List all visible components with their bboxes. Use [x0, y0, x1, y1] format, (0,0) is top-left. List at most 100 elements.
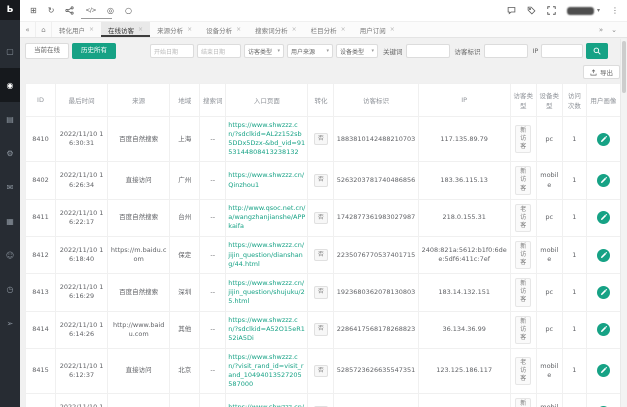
visitor-type-select[interactable]: 访客类型▾	[244, 44, 284, 58]
cell-region: 北京	[170, 348, 200, 393]
location-pin-icon: ◉	[7, 81, 14, 90]
edit-user-profile-button[interactable]	[597, 174, 610, 187]
edit-user-profile-button[interactable]	[597, 323, 610, 336]
device-type-select[interactable]: 设备类型▾	[336, 44, 378, 58]
visitor-type-tag: 新访客	[515, 316, 531, 344]
converted-badge: 否	[314, 323, 328, 335]
tab-转化用户[interactable]: 转化用户×	[52, 22, 101, 37]
entry-page-link[interactable]: https://www.shwzzz.cn/?visit_rand_id=vis…	[228, 353, 303, 388]
history-all-button[interactable]: 历史所有	[72, 43, 116, 59]
cell-entry: https://www.shwzzz.cn/?sdclkid=A52O15eR1…	[226, 311, 308, 348]
cell-entry: https://www.shwzzz.cn/Qinzhou1	[226, 162, 308, 199]
visitor-type-tag: 老访客	[515, 204, 531, 232]
cell-visitor_id: 2286417568178268823	[334, 311, 418, 348]
apps-grid-icon[interactable]: ⊞	[30, 7, 37, 15]
cell-source: https://m.baidu.com	[108, 236, 170, 273]
cell-source: 百度自然搜索	[108, 274, 170, 311]
start-date-input[interactable]: 开始日期	[150, 44, 194, 58]
export-icon	[590, 69, 597, 76]
collapse-sidebar-button[interactable]: «	[20, 22, 36, 37]
sidebar-item-location-pin-icon[interactable]: ◉	[0, 68, 20, 102]
cell-region: 广州	[170, 162, 200, 199]
user-icon: ☺	[6, 251, 14, 260]
cell-visits: 1	[562, 274, 586, 311]
circle-icon[interactable]: ○	[125, 7, 132, 15]
entry-page-link[interactable]: https://www.shwzzz.cn/jijin_question/dia…	[228, 241, 304, 267]
close-icon[interactable]: ×	[390, 26, 395, 33]
sidebar-item-monitor-icon[interactable]: ▢	[0, 34, 20, 68]
scrollbar-thumb[interactable]	[622, 41, 626, 93]
search-button[interactable]	[586, 43, 608, 59]
sidebar-item-send-icon[interactable]: ➢	[0, 306, 20, 340]
cell-entry: https://www.shwzzz.cn/?sdclkid=AL2z152sb…	[226, 117, 308, 162]
close-icon[interactable]: ×	[292, 26, 297, 33]
sidebar-item-grid-icon[interactable]: ▦	[0, 204, 20, 238]
sidebar-item-user-icon[interactable]: ☺	[0, 238, 20, 272]
sidebar-item-message-icon[interactable]: ✉	[0, 170, 20, 204]
tab-在线访客[interactable]: 在线访客×	[101, 22, 150, 37]
tabs-overflow-down-button[interactable]: ⌄	[611, 26, 617, 34]
edit-user-profile-button[interactable]	[597, 286, 610, 299]
close-icon[interactable]: ×	[187, 26, 192, 33]
tab-来源分析[interactable]: 来源分析×	[150, 22, 199, 37]
ip-input[interactable]	[541, 44, 583, 58]
cell-ip: 123.125.186.117	[418, 348, 510, 393]
edit-user-profile-button[interactable]	[597, 133, 610, 146]
user-menu[interactable]: ▾	[567, 7, 600, 15]
close-icon[interactable]: ×	[341, 26, 346, 33]
edit-user-profile-button[interactable]	[597, 211, 610, 224]
cell-id: 8411	[26, 199, 56, 236]
cell-source: 百度自然搜索	[108, 117, 170, 162]
column-header: 访客类型	[510, 84, 536, 117]
tab-搜索词分析[interactable]: 搜索词分析×	[248, 22, 304, 37]
home-icon[interactable]: ⌂	[36, 22, 52, 37]
tag-icon[interactable]	[527, 6, 536, 15]
cell-converted: 否	[308, 199, 334, 236]
current-online-button[interactable]: 当前在线	[25, 43, 69, 59]
column-header: 搜索词	[200, 84, 226, 117]
column-header: 设备类型	[536, 84, 562, 117]
visitor-id-input[interactable]	[484, 44, 528, 58]
target-icon[interactable]: ◎	[107, 7, 114, 15]
sidebar-item-document-icon[interactable]: ▤	[0, 102, 20, 136]
edit-user-profile-button[interactable]	[597, 249, 610, 262]
column-header: 转化	[308, 84, 334, 117]
cell-region: 台州	[170, 199, 200, 236]
tab-设备分析[interactable]: 设备分析×	[199, 22, 248, 37]
code-icon[interactable]: </>	[85, 8, 96, 14]
cell-keyword: --	[200, 162, 226, 199]
sidebar-item-gear-icon[interactable]: ⚙	[0, 136, 20, 170]
sidebar-item-clock-icon[interactable]: ◷	[0, 272, 20, 306]
cell-ip: 183.36.115.13	[418, 162, 510, 199]
entry-page-link[interactable]: https://www.shwzzz.cn/news/hyxw/1114.htm…	[228, 403, 304, 407]
cell-ip: 218.0.155.31	[418, 199, 510, 236]
entry-page-link[interactable]: https://www.shwzzz.cn/jijin_question/shu…	[228, 279, 304, 305]
end-date-input[interactable]: 结束日期	[197, 44, 241, 58]
fullscreen-icon[interactable]	[547, 6, 556, 15]
cell-id: 8413	[26, 274, 56, 311]
close-icon[interactable]: ×	[138, 26, 143, 33]
tabs-overflow-right-button[interactable]: »	[599, 26, 603, 34]
pencil-icon	[600, 367, 607, 374]
app-logo[interactable]: Ь	[0, 0, 20, 20]
entry-page-link[interactable]: http://www.qsoc.net.cn/a/wangzhanjianshe…	[228, 204, 305, 230]
entry-page-link[interactable]: https://www.shwzzz.cn/?sdclkid=AL2z152sb…	[228, 121, 305, 156]
comment-icon[interactable]	[507, 6, 516, 15]
close-icon[interactable]: ×	[236, 26, 241, 33]
tabbar: « ⌂ 转化用户×在线访客×来源分析×设备分析×搜索词分析×栏目分析×用户订阅×…	[20, 22, 627, 38]
pencil-icon	[600, 136, 607, 143]
more-vertical-icon[interactable]: ⋮	[611, 7, 619, 15]
tab-用户订阅[interactable]: 用户订阅×	[353, 22, 402, 37]
cell-visits: 1	[562, 199, 586, 236]
tab-栏目分析[interactable]: 栏目分析×	[304, 22, 353, 37]
entry-page-link[interactable]: https://www.shwzzz.cn/Qinzhou1	[228, 171, 304, 188]
share-icon[interactable]	[65, 6, 74, 15]
close-icon[interactable]: ×	[89, 26, 94, 33]
export-button[interactable]: 导出	[583, 65, 620, 79]
vertical-scrollbar[interactable]	[620, 39, 627, 407]
refresh-icon[interactable]: ↻	[48, 7, 55, 15]
user-source-select[interactable]: 用户来源▾	[287, 44, 333, 58]
keyword-input[interactable]	[406, 44, 450, 58]
edit-user-profile-button[interactable]	[597, 364, 610, 377]
entry-page-link[interactable]: https://www.shwzzz.cn/?sdclkid=A52O15eR1…	[228, 316, 305, 342]
